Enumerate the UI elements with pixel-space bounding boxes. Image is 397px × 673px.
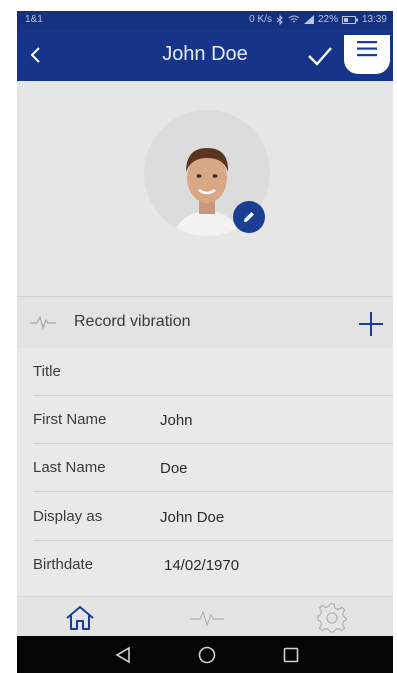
first-name-field[interactable]: John: [160, 412, 193, 429]
signal-icon: [303, 15, 314, 24]
bluetooth-icon: [276, 14, 283, 25]
clock: 13:39: [361, 14, 387, 25]
status-indicators: 0 K/s 22% 13:39: [249, 14, 387, 25]
bottom-nav: [17, 596, 393, 636]
plus-icon: [359, 312, 383, 336]
pulse-icon: [30, 315, 56, 330]
field-label: Last Name: [33, 459, 106, 476]
system-recents-button[interactable]: [281, 645, 301, 665]
check-icon: [308, 47, 332, 66]
field-label: Display as: [33, 508, 103, 525]
record-vibration-label: Record vibration: [74, 313, 191, 330]
save-button[interactable]: [305, 41, 335, 71]
last-name-row[interactable]: Last Name Doe: [17, 444, 393, 492]
system-back-button[interactable]: [113, 645, 133, 665]
menu-button[interactable]: [344, 35, 390, 74]
page-title: John Doe: [162, 43, 248, 65]
hamburger-menu-icon: [357, 41, 377, 57]
display-as-field[interactable]: John Doe: [160, 509, 224, 526]
profile-content: Record vibration Title First Name John L…: [17, 81, 393, 615]
birthdate-field[interactable]: 14/02/1970: [164, 557, 239, 574]
last-name-field[interactable]: Doe: [160, 460, 188, 477]
add-record-button[interactable]: [358, 311, 384, 337]
pulse-icon: [190, 610, 224, 627]
app-bar: John Doe: [17, 29, 393, 81]
nav-home[interactable]: [60, 604, 100, 632]
nav-settings[interactable]: [312, 603, 352, 633]
avatar-section: [17, 81, 393, 296]
home-icon: [66, 606, 94, 630]
nav-vibration[interactable]: [187, 604, 227, 632]
wifi-icon: [288, 15, 300, 23]
gear-icon: [317, 603, 347, 633]
record-vibration-row[interactable]: Record vibration: [17, 296, 393, 348]
system-home-button[interactable]: [197, 645, 217, 665]
title-row[interactable]: Title: [17, 348, 393, 396]
system-nav-bar: [17, 636, 393, 673]
home-circle-icon: [198, 646, 216, 664]
first-name-row[interactable]: First Name John: [17, 396, 393, 444]
carrier-label: 1&1: [25, 14, 43, 25]
field-label: Birthdate: [33, 556, 94, 573]
field-label: First Name: [33, 411, 107, 428]
pencil-icon: [244, 212, 254, 222]
status-bar: 1&1 0 K/s 22% 13:39: [17, 11, 393, 29]
edit-photo-button[interactable]: [233, 201, 265, 233]
battery-icon: [341, 15, 358, 24]
phone-screen: 1&1 0 K/s 22% 13:39 John Doe Record vibr…: [17, 11, 393, 673]
recents-square-icon: [283, 647, 299, 663]
battery-level: 22%: [317, 14, 338, 25]
birthdate-row[interactable]: Birthdate 14/02/1970: [17, 541, 393, 589]
display-as-row[interactable]: Display as John Doe: [17, 493, 393, 541]
net-speed: 0 K/s: [249, 14, 272, 25]
row-divider: [33, 491, 393, 492]
back-triangle-icon: [115, 646, 130, 664]
field-label: Title: [33, 363, 61, 380]
